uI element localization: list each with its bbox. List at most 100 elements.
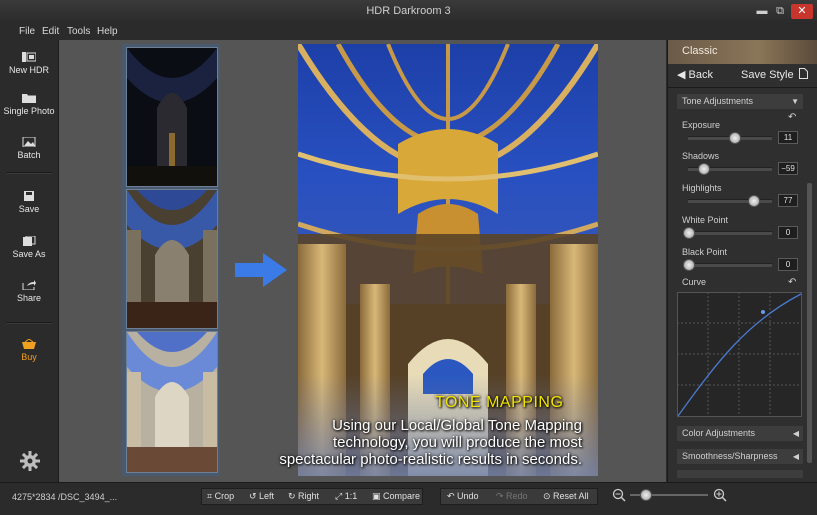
menu-tools[interactable]: Tools: [67, 26, 90, 37]
menu-file[interactable]: File: [19, 26, 35, 37]
buy-label: Buy: [21, 352, 37, 362]
tone-adjustments-header[interactable]: Tone Adjustments ▼: [677, 94, 803, 109]
menu-edit[interactable]: Edit: [42, 26, 59, 37]
redo-button[interactable]: ↷ Redo: [496, 491, 528, 502]
minimize-button[interactable]: ▬: [755, 5, 769, 17]
rotate-right-icon: ↻: [288, 491, 299, 501]
slider-handle[interactable]: [683, 227, 695, 239]
share-button[interactable]: Share: [0, 280, 58, 303]
slider-track[interactable]: [688, 263, 772, 267]
preset-name: Classic: [682, 45, 718, 57]
batch-button[interactable]: Batch: [0, 137, 58, 160]
slider-handle[interactable]: [748, 195, 761, 207]
rotate-left-button[interactable]: ↺ Left: [249, 491, 274, 502]
overlay-line: technology, you will produce the most: [332, 434, 582, 451]
rotate-right-button[interactable]: ↻ Right: [288, 491, 319, 502]
batch-label: Batch: [17, 150, 41, 160]
save-icon: [24, 191, 34, 201]
undo-icon: ↶: [447, 491, 458, 501]
share-label: Share: [16, 293, 42, 303]
divider: [668, 87, 817, 88]
collapsed-section[interactable]: [677, 470, 803, 478]
save-as-label: Save As: [12, 249, 46, 259]
arrow-right-icon: [235, 253, 287, 287]
new-hdr-icon: [22, 52, 36, 62]
tone-adjustments-label: Tone Adjustments: [682, 96, 754, 106]
thumbnail-bright-exposure[interactable]: [126, 331, 218, 473]
single-photo-label: Single Photo: [3, 106, 55, 116]
new-hdr-label: New HDR: [8, 65, 49, 75]
slider-label: Shadows: [682, 151, 720, 161]
share-icon: [22, 280, 36, 290]
zoom-slider-handle[interactable]: [640, 489, 653, 501]
smoothness-sharpness-header[interactable]: Smoothness/Sharpness ◀: [677, 449, 803, 464]
save-button[interactable]: Save: [0, 191, 58, 214]
tone-curve-editor[interactable]: [677, 292, 802, 417]
slider-value-field[interactable]: 11: [778, 131, 798, 144]
save-label: Save: [18, 204, 40, 214]
panel-scrollbar[interactable]: [807, 183, 812, 463]
window-title: HDR Darkroom 3: [366, 5, 451, 17]
slider-value-field[interactable]: 77: [778, 194, 798, 207]
slider-value-field[interactable]: −59: [778, 162, 798, 175]
save-as-button[interactable]: Save As: [0, 236, 58, 259]
single-photo-button[interactable]: Single Photo: [0, 93, 58, 116]
back-button[interactable]: ◀ Back: [677, 68, 713, 81]
slider-label: White Point: [682, 215, 729, 225]
redo-icon: ↷: [496, 491, 507, 501]
batch-icon: [22, 137, 36, 147]
buy-button[interactable]: Buy: [0, 339, 58, 362]
save-style-label: Save Style: [741, 69, 794, 81]
undo-button[interactable]: ↶ Undo: [447, 491, 479, 502]
slider-value-field[interactable]: 0: [778, 226, 798, 239]
slider-handle[interactable]: [683, 259, 695, 271]
overlay-heading: TONE MAPPING: [435, 394, 564, 411]
color-adjustments-label: Color Adjustments: [682, 428, 756, 438]
maximize-button[interactable]: ⧉: [773, 5, 787, 17]
save-as-icon: [23, 236, 36, 246]
overlay-line: spectacular photo-realistic results in s…: [279, 451, 582, 468]
file-status: 4275*2834 /DSC_3494_...: [12, 492, 118, 502]
save-style-button[interactable]: Save Style: [741, 68, 808, 81]
crop-button[interactable]: ⌗ Crop: [207, 491, 234, 502]
overlay-description: Using our Local/Global Tone Mapping tech…: [236, 417, 582, 468]
slider-handle[interactable]: [728, 132, 741, 144]
close-button[interactable]: ✕: [791, 4, 813, 19]
preset-header[interactable]: Classic: [668, 40, 817, 64]
adjustment-panel: Classic ◀ Back Save Style Tone Adjustmen…: [667, 40, 817, 482]
left-toolbar: New HDR Single Photo Batch Save Save As …: [0, 40, 59, 482]
back-arrow-icon: ◀: [677, 69, 689, 81]
slider-label: Highlights: [682, 183, 722, 193]
toolbar-divider: [6, 322, 52, 324]
actual-size-button[interactable]: ⤢ 1:1: [335, 491, 357, 502]
back-label: Back: [688, 69, 713, 81]
crop-icon: ⌗: [207, 491, 215, 501]
redo-label: Redo: [506, 491, 528, 501]
zoom-in-icon[interactable]: [713, 488, 727, 502]
menu-help[interactable]: Help: [97, 26, 118, 37]
reset-all-button[interactable]: ⊙ Reset All: [543, 491, 589, 502]
chevron-down-icon: ▼: [791, 97, 799, 106]
reset-all-label: Reset All: [553, 491, 589, 501]
slider-handle[interactable]: [697, 163, 710, 175]
color-adjustments-header[interactable]: Color Adjustments ◀: [677, 426, 803, 441]
document-icon: [798, 68, 808, 79]
compare-button[interactable]: ▣ Compare: [372, 491, 420, 502]
compare-icon: ▣: [372, 491, 384, 501]
zoom-out-icon[interactable]: [612, 488, 626, 502]
slider-track[interactable]: [688, 231, 772, 235]
new-hdr-button[interactable]: New HDR: [0, 52, 58, 75]
reset-tone-icon[interactable]: ↶: [788, 112, 796, 123]
settings-gear-icon[interactable]: [20, 451, 40, 471]
rotate-left-icon: ↺: [249, 491, 260, 501]
thumbnail-strip: [122, 44, 220, 476]
smoothness-sharpness-label: Smoothness/Sharpness: [682, 451, 778, 461]
reset-curve-icon[interactable]: ↶: [788, 277, 796, 288]
slider-label: Black Point: [682, 247, 728, 257]
rotate-right-label: Right: [298, 491, 320, 501]
crop-label: Crop: [214, 491, 235, 501]
slider-value-field[interactable]: 0: [778, 258, 798, 271]
thumbnail-dark-exposure[interactable]: [126, 47, 218, 187]
thumbnail-normal-exposure[interactable]: [126, 189, 218, 329]
compare-label: Compare: [383, 491, 421, 501]
